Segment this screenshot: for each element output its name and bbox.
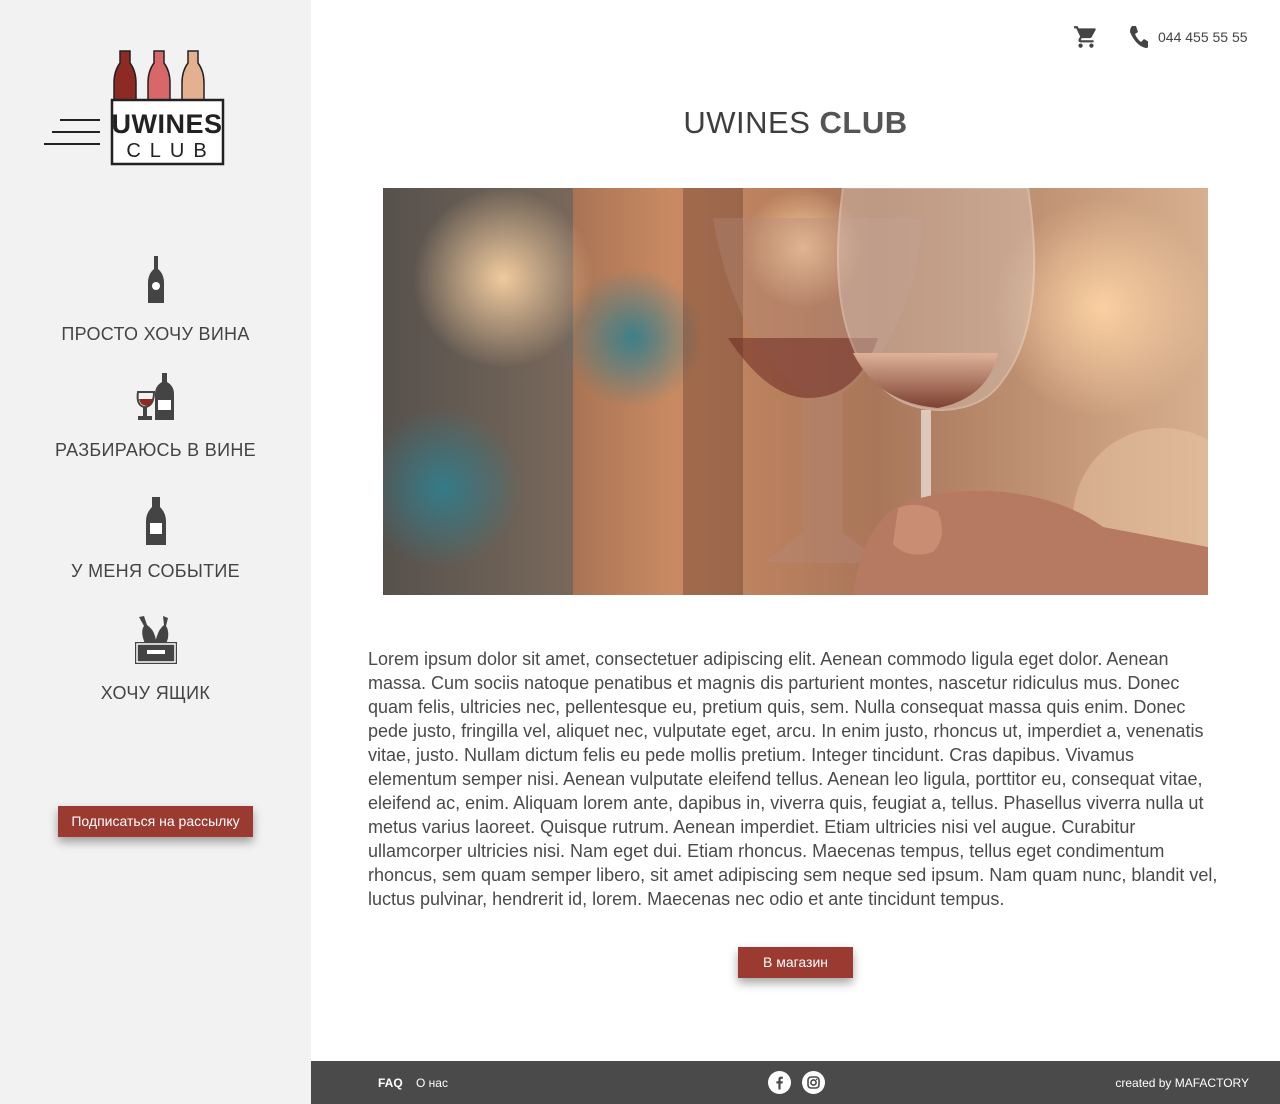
wine-bottle-icon (147, 256, 164, 303)
logo-main-text: UWINES (112, 109, 223, 139)
footer-credit: created by MAFACTORY (1115, 1076, 1249, 1090)
sidebar-item-label: РАЗБИРАЮСЬ В ВИНЕ (55, 440, 256, 460)
logo-sub-text: CLUB (126, 140, 215, 162)
facebook-icon[interactable] (768, 1071, 791, 1094)
sidebar-item-just-want-wine[interactable]: ПРОСТО ХОЧУ ВИНА (0, 255, 311, 345)
sidebar-item-event[interactable]: У МЕНЯ СОБЫТИЕ (0, 496, 311, 582)
page-title-strong: UWINES (683, 105, 811, 140)
wine-crate-icon (134, 616, 177, 664)
brand-logo[interactable]: UWINES CLUB (42, 48, 232, 170)
page-title: UWINES CLUB (311, 105, 1280, 141)
body-text: Lorem ipsum dolor sit amet, consectetuer… (368, 649, 1218, 909)
footer-about-link[interactable]: О нас (416, 1076, 448, 1090)
champagne-bottle-icon (145, 497, 166, 545)
wine-glasses-photo (383, 188, 1208, 595)
subscribe-button[interactable]: Подписаться на рассылку (58, 806, 253, 837)
sidebar-item-want-crate[interactable]: ХОЧУ ЯЩИК (0, 615, 311, 704)
phone-number[interactable]: 044 455 55 55 (1158, 29, 1248, 45)
glass-and-bottle-icon (136, 373, 174, 420)
page-title-light: CLUB (819, 105, 908, 140)
sidebar-item-know-wine[interactable]: РАЗБИРАЮСЬ В ВИНЕ (0, 372, 311, 461)
sidebar: UWINES CLUB ПРОСТО ХОЧУ ВИНА РАЗБИРАЮСЬ … (0, 0, 311, 1104)
footer: FAQ О нас created by MAFACTORY (311, 1061, 1280, 1104)
shop-button[interactable]: В магазин (738, 947, 853, 978)
sidebar-item-label: ХОЧУ ЯЩИК (100, 683, 211, 703)
sidebar-item-label: У МЕНЯ СОБЫТИЕ (71, 561, 240, 581)
phone-icon (1128, 25, 1149, 49)
sidebar-item-label: ПРОСТО ХОЧУ ВИНА (61, 324, 250, 344)
instagram-icon[interactable] (802, 1071, 825, 1094)
uwines-logo-icon: UWINES CLUB (44, 50, 225, 166)
cart-icon[interactable] (1073, 24, 1099, 50)
hero-image (383, 188, 1208, 595)
footer-faq-link[interactable]: FAQ (378, 1076, 403, 1090)
